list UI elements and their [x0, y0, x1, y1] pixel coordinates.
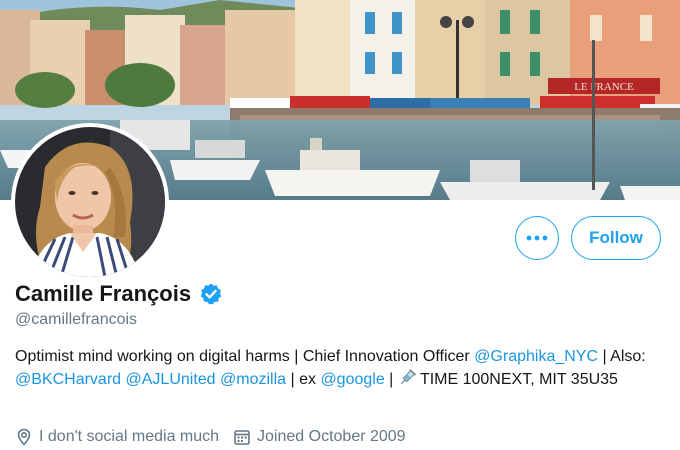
- display-name: Camille François: [15, 281, 192, 306]
- profile-meta: I don't social media much Joined October…: [15, 428, 406, 446]
- location-item: I don't social media much: [15, 428, 219, 446]
- bio-text: |: [384, 371, 398, 388]
- mention-link[interactable]: @google: [320, 371, 384, 388]
- mention-link[interactable]: @mozilla: [220, 371, 286, 388]
- follow-button[interactable]: Follow: [571, 216, 661, 260]
- mention-link[interactable]: @AJLUnited: [126, 371, 216, 388]
- name-row: Camille François: [15, 281, 223, 307]
- more-options-button[interactable]: [515, 216, 559, 260]
- bio-text: TIME 100NEXT, MIT 35U35: [415, 371, 618, 388]
- profile-bio: Optimist mind working on digital harms |…: [15, 345, 670, 391]
- location-text: I don't social media much: [39, 428, 220, 445]
- profile-avatar[interactable]: [11, 123, 169, 281]
- calendar-icon: [234, 430, 250, 445]
- joined-text: Joined October 2009: [257, 428, 406, 445]
- shop-sign: LE FRANCE: [574, 81, 634, 93]
- bio-text: | ex: [286, 371, 321, 388]
- location-pin-icon: [17, 428, 31, 446]
- mention-link[interactable]: @Graphika_NYC: [474, 348, 598, 365]
- joined-item: Joined October 2009: [233, 428, 406, 446]
- syringe-emoji-icon: [400, 368, 416, 385]
- verified-badge-icon: [199, 282, 223, 306]
- mention-link[interactable]: @BKCHarvard: [15, 371, 121, 388]
- user-handle: @camillefrancois: [15, 311, 138, 328]
- more-dots-icon: [526, 235, 548, 241]
- bio-text: | Also:: [598, 348, 646, 365]
- bio-text: Optimist mind working on digital harms |…: [15, 348, 475, 365]
